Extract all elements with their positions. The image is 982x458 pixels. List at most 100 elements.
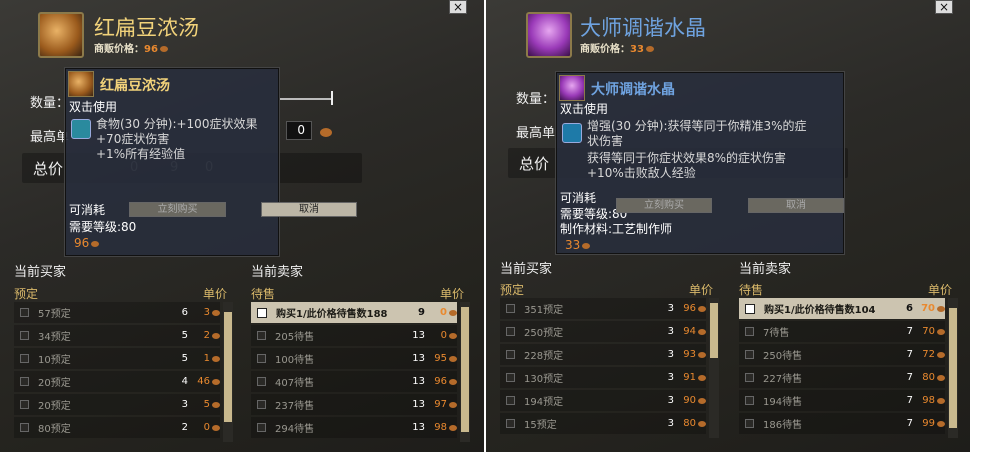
row-price: 80 [922,372,935,383]
buyers-list: 57预定 6 3 34预定 5 2 10预定 5 1 20预定 4 46 20预定 3 5 80预定… [14,302,220,444]
cancel-button[interactable]: 取消 [261,202,357,217]
list-item[interactable]: 购买1/此价格待售数188 9 0 [251,302,457,323]
row-checkbox[interactable] [506,350,515,359]
row-qty: 7 [906,349,913,360]
list-item[interactable]: 194预定 3 90 [500,390,706,411]
row-checkbox[interactable] [506,304,515,313]
copper-coin-icon [212,309,220,316]
row-label: 186待售 [763,420,803,431]
list-item[interactable]: 15预定 3 80 [500,413,706,434]
list-item[interactable]: 351预定 3 96 [500,298,706,319]
row-checkbox[interactable] [506,373,515,382]
list-item[interactable]: 34预定 5 2 [14,325,220,346]
close-button[interactable]: × [449,0,467,14]
list-item[interactable]: 10预定 5 1 [14,348,220,369]
list-item[interactable]: 205待售 13 0 [251,325,457,346]
scrollbar-thumb[interactable] [224,312,232,422]
row-qty: 6 [906,303,913,314]
list-item[interactable]: 186待售 7 99 [739,413,945,434]
scrollbar-thumb[interactable] [461,307,469,432]
copper-coin-icon [449,332,457,339]
row-checkbox[interactable] [745,419,754,428]
tooltip-price-value: 33 [565,238,581,252]
row-checkbox[interactable] [20,354,29,363]
row-checkbox[interactable] [257,377,266,386]
row-label: 205待售 [275,332,315,343]
row-checkbox[interactable] [257,307,267,318]
row-label: 57预定 [38,309,71,320]
tooltip-title: 大师调谐水晶 [591,82,675,98]
list-item[interactable]: 57预定 6 3 [14,302,220,323]
buyers-scrollbar[interactable] [709,298,719,438]
row-checkbox[interactable] [745,327,754,336]
row-checkbox[interactable] [20,331,29,340]
cancel-button[interactable]: 取消 [748,198,844,213]
close-button[interactable]: × [935,0,953,14]
list-item[interactable]: 250预定 3 94 [500,321,706,342]
copper-coin-icon [937,420,945,427]
row-qty: 3 [667,326,674,337]
list-item[interactable]: 294待售 13 98 [251,417,457,438]
list-item[interactable]: 20预定 3 5 [14,394,220,415]
buyers-col-left: 预定 [500,283,525,297]
copper-coin-icon [937,374,945,381]
tooltip-material: 制作材料:工艺制作师 [560,222,673,236]
row-checkbox[interactable] [506,327,515,336]
scrollbar-thumb[interactable] [710,303,718,358]
list-item[interactable]: 购买1/此价格待售数104 6 70 [739,298,945,319]
list-item[interactable]: 250待售 7 72 [739,344,945,365]
tooltip-effect-2: +70症状伤害 [96,132,170,146]
tooltip-effect-1: 食物(30 分钟):+100症状效果 [96,117,258,131]
row-price: 96 [434,376,447,387]
sellers-col-left: 待售 [251,287,276,301]
list-item[interactable]: 7待售 7 70 [739,321,945,342]
quantity-slider[interactable] [280,98,332,100]
copper-coin-icon [449,424,457,431]
copper-coin-icon [449,401,457,408]
copper-coin-icon [698,420,706,427]
row-checkbox[interactable] [257,423,266,432]
list-item[interactable]: 130预定 3 91 [500,367,706,388]
list-item[interactable]: 228预定 3 93 [500,344,706,365]
list-item[interactable]: 80预定 2 0 [14,417,220,438]
tooltip-use: 双击使用 [69,100,118,114]
row-checkbox[interactable] [745,373,754,382]
row-label: 194待售 [763,397,803,408]
row-checkbox[interactable] [257,400,266,409]
row-checkbox[interactable] [20,400,29,409]
list-item[interactable]: 20预定 4 46 [14,371,220,392]
row-checkbox[interactable] [257,354,266,363]
row-checkbox[interactable] [745,396,754,405]
row-checkbox[interactable] [20,308,29,317]
row-checkbox[interactable] [506,419,515,428]
list-item[interactable]: 407待售 13 96 [251,371,457,392]
list-item[interactable]: 237待售 13 97 [251,394,457,415]
row-label: 80预定 [38,424,71,435]
scrollbar-thumb[interactable] [949,308,957,428]
sellers-scrollbar[interactable] [460,302,470,442]
buyers-scrollbar[interactable] [223,302,233,442]
max-unit-label: 最高单 [30,130,70,145]
row-checkbox[interactable] [506,396,515,405]
row-checkbox[interactable] [20,423,29,432]
row-checkbox[interactable] [20,377,29,386]
list-item[interactable]: 100待售 13 95 [251,348,457,369]
quantity-slider-handle[interactable] [331,91,333,105]
row-price: 91 [683,372,696,383]
row-checkbox[interactable] [257,331,266,340]
copper-coin-icon [212,378,220,385]
row-checkbox[interactable] [745,350,754,359]
list-item[interactable]: 227待售 7 80 [739,367,945,388]
row-qty: 13 [412,353,425,364]
sellers-scrollbar[interactable] [948,298,958,438]
max-unit-input[interactable]: 0 [286,121,312,140]
row-checkbox[interactable] [745,303,755,314]
soup-bowl-icon [38,12,84,58]
list-item[interactable]: 194待售 7 98 [739,390,945,411]
row-price: 95 [434,353,447,364]
buyers-list: 351预定 3 96 250预定 3 94 228预定 3 93 130预定 3 91 194预… [500,298,706,440]
buy-now-button[interactable]: 立刻购买 [129,202,226,217]
row-label: 250预定 [524,328,564,339]
row-qty: 13 [412,422,425,433]
buy-now-button[interactable]: 立刻购买 [616,198,712,213]
